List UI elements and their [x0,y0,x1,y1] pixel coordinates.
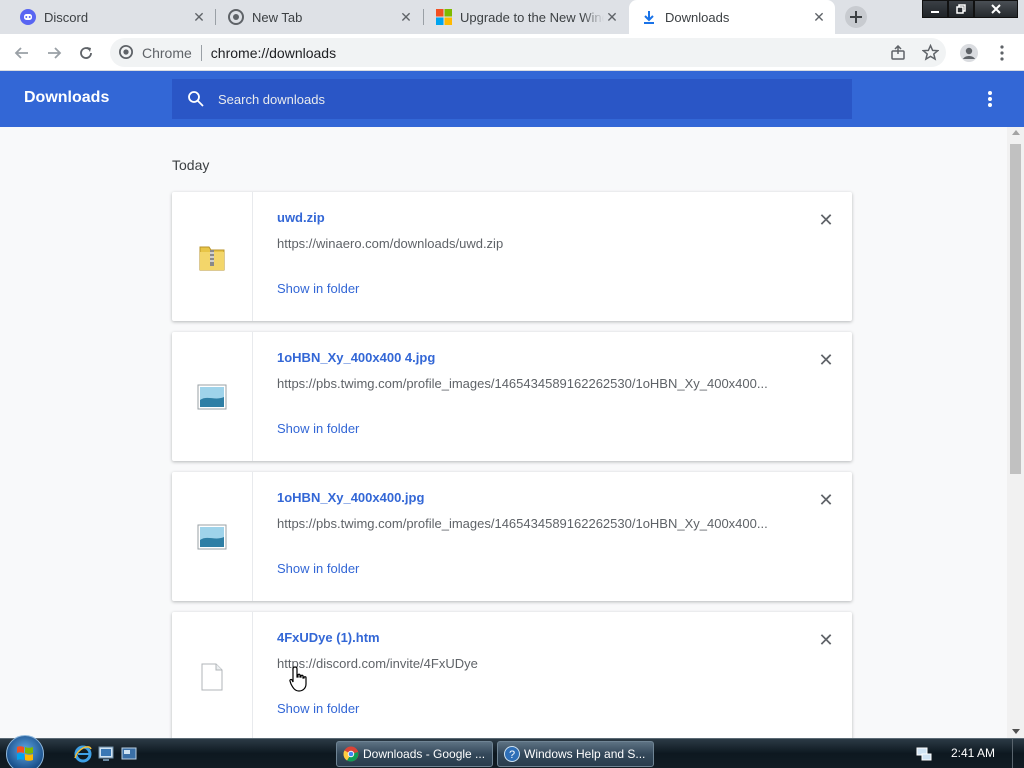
tab-strip: Discord ✕ New Tab ✕ Upgrade to the New W… [0,0,1024,34]
close-icon[interactable]: ✕ [604,9,620,25]
scrollbar-thumb[interactable] [1010,144,1021,474]
restore-button[interactable] [948,0,974,18]
network-icon[interactable] [916,746,932,762]
internet-explorer-icon[interactable] [74,745,92,763]
discord-icon [20,9,36,25]
search-placeholder: Search downloads [218,91,325,107]
window-close-button[interactable] [974,0,1018,18]
file-icon-column [172,192,253,321]
file-source-url[interactable]: https://pbs.twimg.com/profile_images/146… [277,516,768,531]
file-name-link[interactable]: 4FxUDye (1).htm [277,630,380,645]
file-icon-column [172,332,253,461]
download-item: 4FxUDye (1).htm https://discord.com/invi… [172,612,852,741]
file-name-link[interactable]: 1oHBN_Xy_400x400 4.jpg [277,350,435,365]
show-in-folder-link[interactable]: Show in folder [277,561,359,576]
more-actions-icon[interactable] [980,89,1000,109]
taskbar-task-label: Windows Help and S... [524,747,646,761]
windows-logo-icon [436,9,452,25]
file-name-link[interactable]: uwd.zip [277,210,325,225]
help-icon: ? [504,746,520,762]
search-downloads-field[interactable]: Search downloads [172,79,852,119]
page-title: Downloads [24,89,110,106]
hand-cursor-icon [289,666,307,692]
windows-taskbar: Downloads - Google ... ? Windows Help an… [0,735,1024,768]
tab-title: Downloads [665,9,730,25]
show-desktop-button[interactable] [1012,739,1024,768]
remove-item-close-icon[interactable]: ✕ [816,350,836,370]
chrome-site-icon [119,45,133,62]
address-bar[interactable]: Chrome chrome://downloads [110,38,946,67]
tab-downloads[interactable]: Downloads ✕ [629,0,835,34]
profile-avatar-icon[interactable] [958,42,980,64]
download-icon [641,9,657,25]
tab-upgrade-windows[interactable]: Upgrade to the New Windows ✕ [424,0,628,34]
tab-title: Upgrade to the New Windows [460,9,604,25]
chrome-icon [228,9,244,25]
window-controls [922,0,1018,18]
blank-file-icon [201,663,223,690]
remove-item-close-icon[interactable]: ✕ [816,490,836,510]
chrome-menu-icon[interactable] [991,42,1013,64]
chrome-icon [343,746,359,762]
share-icon[interactable] [890,44,906,64]
file-icon-column [172,612,253,741]
remove-item-close-icon[interactable]: ✕ [816,210,836,230]
zip-folder-icon [199,246,225,270]
file-source-url[interactable]: https://winaero.com/downloads/uwd.zip [277,236,503,251]
remove-item-close-icon[interactable]: ✕ [816,630,836,650]
show-in-folder-link[interactable]: Show in folder [277,281,359,296]
start-button[interactable] [6,735,44,768]
computer-icon[interactable] [97,745,115,763]
system-clock[interactable]: 2:41 AM [951,746,995,760]
bookmark-star-icon[interactable] [921,43,940,64]
close-icon[interactable]: ✕ [811,9,827,25]
taskbar-task-windows-help[interactable]: ? Windows Help and S... [497,741,654,767]
download-item: 1oHBN_Xy_400x400.jpg https://pbs.twimg.c… [172,472,852,601]
show-in-folder-link[interactable]: Show in folder [277,421,359,436]
page-scrollbar[interactable] [1007,127,1024,738]
tab-title: New Tab [252,9,303,25]
file-source-url[interactable]: https://pbs.twimg.com/profile_images/146… [277,376,768,391]
scroll-up-arrow-icon[interactable] [1012,130,1020,135]
taskbar-task-downloads[interactable]: Downloads - Google ... [336,741,493,767]
browser-toolbar: Chrome chrome://downloads [0,34,1024,71]
close-icon[interactable]: ✕ [191,9,207,25]
minimize-button[interactable] [922,0,948,18]
show-desktop-icon[interactable] [120,745,138,763]
download-item: uwd.zip https://winaero.com/downloads/uw… [172,192,852,321]
tab-new-tab[interactable]: New Tab ✕ [216,0,422,34]
downloads-header: Downloads Search downloads [0,71,1024,127]
close-icon[interactable]: ✕ [398,9,414,25]
scroll-down-arrow-icon[interactable] [1012,729,1020,734]
forward-arrow-icon[interactable] [43,42,65,64]
url-text: chrome://downloads [210,44,337,61]
windows-logo-icon [17,746,33,761]
file-icon-column [172,472,253,601]
tab-discord[interactable]: Discord ✕ [8,0,215,34]
address-divider [200,44,202,61]
taskbar-task-label: Downloads - Google ... [363,747,486,761]
search-icon [188,91,204,107]
reload-icon[interactable] [75,42,97,64]
tab-title: Discord [44,9,89,25]
show-in-folder-link[interactable]: Show in folder [277,701,359,716]
image-file-icon [197,524,227,549]
svg-text:?: ? [509,749,515,761]
file-name-link[interactable]: 1oHBN_Xy_400x400.jpg [277,490,424,505]
date-section-label: Today [172,157,210,173]
back-arrow-icon[interactable] [11,42,33,64]
image-file-icon [197,384,227,409]
site-label: Chrome [142,44,192,61]
download-item: 1oHBN_Xy_400x400 4.jpg https://pbs.twimg… [172,332,852,461]
new-tab-button[interactable] [843,5,869,29]
